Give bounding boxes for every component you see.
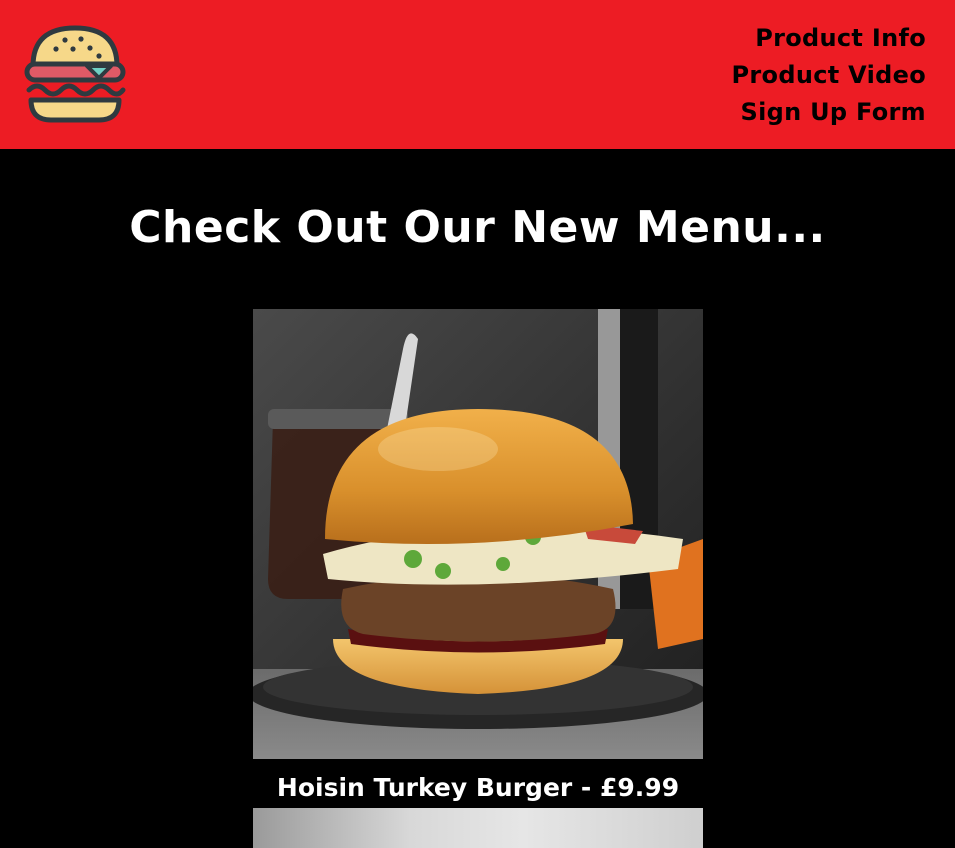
nav-link-product-info[interactable]: Product Info <box>732 20 926 57</box>
site-header: Product Info Product Video Sign Up Form <box>0 0 955 149</box>
nav-link-sign-up-form[interactable]: Sign Up Form <box>732 94 926 131</box>
page-title: Check Out Our New Menu... <box>129 202 826 253</box>
hoisin-turkey-burger-image <box>253 309 703 759</box>
menu-item-caption: Hoisin Turkey Burger - £9.99 <box>276 773 680 802</box>
main-nav: Product Info Product Video Sign Up Form <box>732 20 926 131</box>
nav-link-product-video[interactable]: Product Video <box>732 57 926 94</box>
next-menu-item-image <box>253 808 703 848</box>
burger-logo-icon[interactable] <box>23 22 127 126</box>
